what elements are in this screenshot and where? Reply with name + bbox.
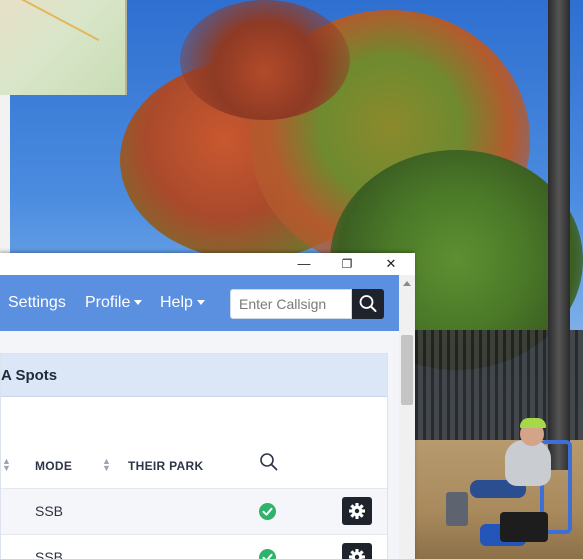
nav-profile-dropdown[interactable]: Profile: [85, 293, 143, 313]
column-header-their-park[interactable]: THEIR PARK: [128, 459, 203, 473]
close-button[interactable]: ✕: [377, 255, 405, 273]
check-circle-icon: [259, 503, 276, 520]
title-bar: — ❐ ✕: [0, 253, 415, 275]
sort-icon[interactable]: ▲ ▼: [102, 457, 111, 473]
chevron-down-icon: [196, 300, 205, 306]
spots-panel-header: A Spots: [1, 354, 387, 397]
table-row: SSB: [1, 534, 387, 559]
minimize-button[interactable]: —: [290, 255, 318, 273]
search-icon: [359, 295, 377, 312]
main-content: A Spots ▲ ▼ MODE ▲ ▼ THEIR PARK SSB SSB: [0, 331, 399, 559]
search-icon[interactable]: [258, 451, 280, 473]
app-window: — ❐ ✕ Settings Profile Help A Spots ▲▼ M…: [0, 253, 415, 559]
column-header-mode[interactable]: MODE: [35, 459, 72, 473]
panel-title: A Spots: [1, 367, 58, 384]
person: [505, 440, 551, 486]
mode-cell: SSB: [35, 503, 64, 519]
top-navbar: Settings Profile Help: [0, 275, 399, 331]
check-circle-icon: [259, 549, 276, 559]
gear-icon: [349, 549, 365, 559]
search-button[interactable]: [352, 289, 384, 319]
map-thumbnail: [0, 0, 127, 95]
spots-panel: A Spots ▲ ▼ MODE ▲ ▼ THEIR PARK SSB SSB: [0, 353, 388, 559]
nav-help-label: Help: [160, 294, 193, 311]
sort-icon[interactable]: ▲ ▼: [2, 457, 11, 473]
restore-button[interactable]: ❐: [333, 255, 361, 273]
vertical-scrollbar[interactable]: [399, 275, 415, 559]
pole: [548, 0, 570, 470]
callsign-search-input[interactable]: [230, 289, 352, 319]
settings-button[interactable]: [342, 497, 372, 525]
gear-icon: [349, 503, 365, 519]
scroll-up-icon[interactable]: [403, 281, 411, 286]
nav-help-dropdown[interactable]: Help: [160, 293, 205, 313]
nav-profile-label: Profile: [85, 294, 131, 311]
scrollbar-thumb[interactable]: [401, 335, 413, 405]
nav-settings[interactable]: Settings: [8, 293, 66, 313]
chevron-down-icon: [134, 300, 143, 306]
mode-cell: SSB: [35, 549, 64, 559]
settings-button[interactable]: [342, 543, 372, 559]
table-row: SSB: [1, 488, 387, 535]
radio-equipment: [500, 512, 548, 542]
